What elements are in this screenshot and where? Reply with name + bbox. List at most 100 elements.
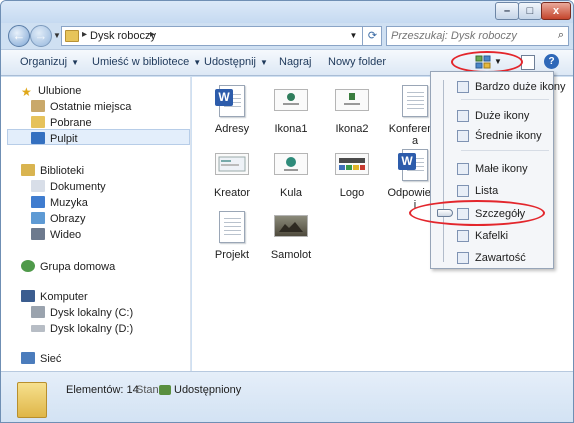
recent-places-icon — [31, 100, 45, 112]
menu-item-label: Zawartość — [475, 252, 526, 264]
file-name: Adresy — [214, 123, 250, 135]
minimize-icon: – — [503, 5, 511, 17]
sidebar-item-label: Muzyka — [50, 197, 88, 209]
tiles-view-icon — [457, 230, 469, 242]
documents-icon — [31, 180, 45, 192]
menu-item-label: Duże ikony — [475, 110, 530, 122]
sidebar-item-drive-c[interactable]: Dysk lokalny (C:) — [31, 305, 133, 321]
libraries-header[interactable]: Biblioteki — [21, 163, 84, 179]
view-slider-track[interactable] — [443, 80, 444, 262]
address-bar[interactable]: ▸ Dysk roboczy ▸ — [61, 26, 382, 46]
shared-users-icon — [159, 385, 171, 395]
file-item-ikona2[interactable]: Ikona2 — [321, 85, 383, 135]
menu-item-label: Bardzo duże ikony — [475, 81, 566, 93]
help-button[interactable]: ? — [544, 54, 559, 69]
chevron-down-icon: ▼ — [259, 58, 268, 67]
file-item-projekt[interactable]: Projekt — [201, 211, 263, 261]
view-option-list[interactable]: Lista — [457, 182, 498, 200]
menu-item-label: Średnie ikony — [475, 130, 542, 142]
minimize-button[interactable]: – — [495, 2, 519, 20]
file-item-samolot[interactable]: Samolot — [260, 211, 322, 261]
view-option-extra-large-icons[interactable]: Bardzo duże ikony — [457, 78, 566, 96]
state-label: Stan: — [136, 384, 162, 396]
maximize-button[interactable]: □ — [518, 2, 542, 20]
view-option-content[interactable]: Zawartość — [457, 249, 526, 267]
sidebar-item-label: Wideo — [50, 229, 82, 241]
close-button[interactable]: x — [541, 2, 571, 20]
search-input[interactable] — [391, 29, 541, 43]
photo-thumb-icon — [274, 211, 308, 245]
sidebar-item-pictures[interactable]: Obrazy — [31, 211, 85, 227]
sidebar-item-documents[interactable]: Dokumenty — [31, 179, 106, 195]
extra-large-icons-icon — [457, 81, 469, 93]
sidebar-item-label: Dysk lokalny (C:) — [50, 307, 134, 319]
refresh-button[interactable]: ⟳ — [364, 26, 382, 46]
sidebar-item-videos[interactable]: Wideo — [31, 227, 81, 243]
network-icon — [21, 352, 35, 364]
image-thumb-icon — [274, 85, 308, 119]
preview-pane-button[interactable] — [521, 55, 535, 70]
image-thumb-icon — [215, 149, 249, 183]
sidebar-item-desktop[interactable]: Pulpit — [31, 131, 78, 147]
include-in-library-menu[interactable]: Umieść w bibliotece ▼ — [92, 56, 201, 68]
recent-pages-dropdown[interactable]: ▼ — [53, 31, 61, 40]
music-icon — [31, 196, 45, 208]
explorer-window: – □ x ← → ▼ ▸ Dysk roboczy ▸ ▼ ⟳ ⌕ Organ… — [0, 0, 574, 423]
file-item-adresy[interactable]: W Adresy — [201, 85, 263, 135]
share-menu[interactable]: Udostępnij ▼ — [204, 56, 268, 68]
item-count: Elementów: 14 — [66, 384, 139, 396]
computer-icon — [21, 290, 35, 302]
file-item-logo[interactable]: Logo — [321, 149, 383, 199]
chevron-right-icon[interactable]: ▸ — [150, 29, 155, 40]
computer-label: Komputer — [40, 291, 88, 303]
folder-icon — [65, 30, 79, 42]
homegroup-label: Grupa domowa — [40, 261, 116, 273]
file-item-kreator[interactable]: Kreator — [201, 149, 263, 199]
small-icons-icon — [457, 163, 469, 175]
file-item-ikona1[interactable]: Ikona1 — [260, 85, 322, 135]
favorites-label: Ulubione — [38, 85, 82, 97]
sidebar-item-downloads[interactable]: Pobrane — [31, 115, 92, 131]
folder-icon — [17, 382, 47, 418]
burn-button[interactable]: Nagraj — [279, 56, 311, 68]
state-value: Udostępniony — [174, 384, 242, 396]
word-doc-icon: W — [215, 85, 249, 119]
sidebar-item-drive-d[interactable]: Dysk lokalny (D:) — [31, 321, 133, 337]
title-bar: – □ x — [1, 1, 573, 23]
file-item-kula[interactable]: Kula — [260, 149, 322, 199]
file-name: Kreator — [213, 187, 251, 199]
forward-button[interactable]: → — [30, 25, 52, 47]
new-folder-button[interactable]: Nowy folder — [328, 56, 386, 68]
view-option-medium-icons[interactable]: Średnie ikony — [457, 127, 542, 145]
desktop-icon — [31, 132, 45, 144]
sidebar-item-recent[interactable]: Ostatnie miejsca — [31, 99, 131, 115]
breadcrumb-dysk-roboczy[interactable]: Dysk roboczy — [90, 30, 156, 42]
view-option-large-icons[interactable]: Duże ikony — [457, 107, 530, 125]
computer-header[interactable]: Komputer — [21, 289, 88, 305]
sidebar-item-label: Dokumenty — [50, 181, 106, 193]
network-item[interactable]: Sieć — [21, 351, 61, 367]
highlight-oval-details — [409, 200, 545, 226]
search-icon[interactable]: ⌕ — [558, 29, 564, 42]
view-option-small-icons[interactable]: Małe ikony — [457, 160, 528, 178]
maximize-icon: □ — [526, 5, 534, 17]
back-arrow-icon: ← — [12, 28, 26, 43]
homegroup-item[interactable]: Grupa domowa — [21, 259, 115, 275]
menu-separator — [461, 150, 549, 151]
list-view-icon — [457, 185, 469, 197]
image-thumb-icon — [335, 149, 369, 183]
image-thumb-icon — [335, 85, 369, 119]
address-history-dropdown[interactable]: ▼ — [345, 26, 363, 46]
sidebar-item-music[interactable]: Muzyka — [31, 195, 88, 211]
back-button[interactable]: ← — [8, 25, 30, 47]
favorites-header[interactable]: ★ Ulubione — [21, 83, 81, 99]
search-box[interactable]: ⌕ — [386, 26, 569, 46]
view-option-tiles[interactable]: Kafelki — [457, 227, 508, 245]
chevron-down-icon: ▼ — [71, 58, 79, 67]
menu-item-label: Małe ikony — [475, 163, 528, 175]
sidebar-item-label: Pobrane — [50, 117, 92, 129]
text-doc-icon — [215, 211, 249, 245]
sidebar-item-label: Obrazy — [50, 213, 86, 225]
view-menu: Bardzo duże ikony Duże ikony Średnie iko… — [430, 71, 566, 269]
organize-menu[interactable]: Organizuj ▼ — [20, 56, 79, 68]
